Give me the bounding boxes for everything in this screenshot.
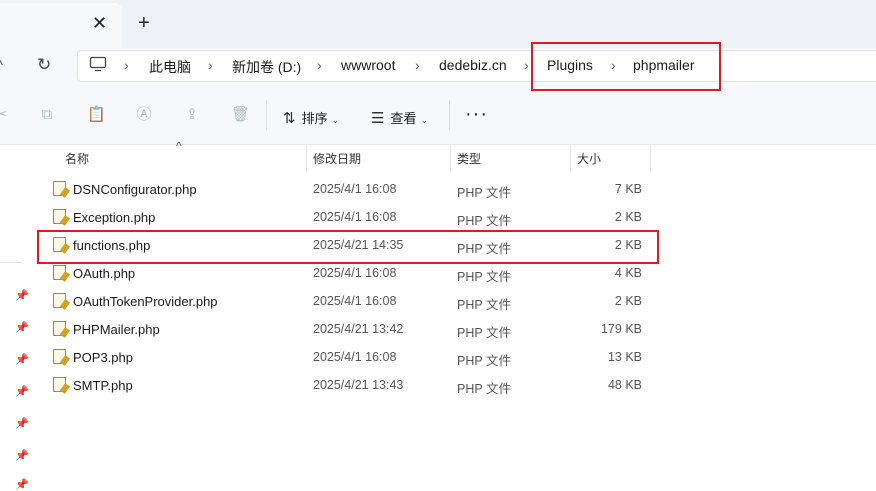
file-row[interactable]: PHPMailer.php 2025/4/21 13:42 PHP 文件 179… [40, 315, 652, 343]
sort-label: 排序 [301, 111, 328, 126]
file-type: PHP 文件 [457, 382, 511, 396]
share-icon[interactable]: ⇪ [183, 106, 201, 124]
highlight-box-path [531, 42, 721, 91]
file-name: SMTP.php [73, 378, 133, 393]
file-date: 2025/4/1 16:08 [313, 350, 397, 364]
file-name: POP3.php [73, 350, 133, 365]
pin-icon[interactable]: 📌 [15, 449, 29, 462]
up-chevron-icon[interactable]: ^ [0, 57, 3, 74]
php-file-icon [53, 349, 66, 364]
column-header-type[interactable]: 类型 [457, 150, 481, 167]
file-type: PHP 文件 [457, 214, 511, 228]
breadcrumb-separator-icon: › [317, 57, 322, 73]
file-size: 7 KB [614, 182, 642, 196]
file-name: DSNConfigurator.php [73, 182, 197, 197]
command-bar [0, 88, 876, 145]
php-file-icon [53, 321, 66, 336]
file-size: 179 KB [600, 322, 642, 336]
breadcrumb-dedebiz[interactable]: dedebiz.cn [439, 57, 507, 73]
file-row[interactable]: POP3.php 2025/4/1 16:08 PHP 文件 13 KB [40, 343, 652, 371]
column-header-date[interactable]: 修改日期 [313, 150, 361, 167]
tab-strip [0, 0, 876, 48]
new-tab-icon[interactable]: + [138, 13, 150, 33]
file-row[interactable]: Exception.php 2025/4/1 16:08 PHP 文件 2 KB [40, 203, 652, 231]
file-type: PHP 文件 [457, 270, 511, 284]
file-date: 2025/4/1 16:08 [313, 294, 397, 308]
column-divider[interactable] [650, 144, 651, 172]
delete-icon[interactable]: 🗑 [231, 106, 250, 124]
php-file-icon [53, 293, 66, 308]
php-file-icon [53, 181, 66, 196]
breadcrumb-drive-d[interactable]: 新加卷 (D:) [232, 57, 301, 77]
column-divider[interactable] [306, 144, 307, 172]
highlight-box-functions-row [37, 230, 659, 264]
file-date: 2025/4/21 13:42 [313, 322, 404, 336]
view-icon: ☰ [371, 110, 385, 127]
file-name: OAuth.php [73, 266, 136, 281]
column-divider[interactable] [450, 144, 451, 172]
nav-divider [0, 262, 22, 263]
toolbar-divider [266, 100, 267, 130]
chevron-down-icon: ⌄ [331, 115, 340, 125]
file-type: PHP 文件 [457, 186, 511, 200]
column-divider[interactable] [570, 144, 571, 172]
php-file-icon [53, 209, 66, 224]
file-date: 2025/4/1 16:08 [313, 182, 397, 196]
file-type: PHP 文件 [457, 354, 511, 368]
file-size: 4 KB [614, 266, 642, 280]
file-row[interactable]: OAuthTokenProvider.php 2025/4/1 16:08 PH… [40, 287, 652, 315]
chevron-down-icon: ⌄ [420, 115, 429, 125]
file-size: 2 KB [614, 210, 642, 224]
pin-icon[interactable]: 📌 [15, 385, 29, 398]
pin-icon[interactable]: 📌 [15, 321, 29, 334]
column-header-size[interactable]: 大小 [577, 150, 601, 167]
php-file-icon [53, 265, 66, 280]
view-label: 查看 [390, 111, 417, 126]
file-size: 48 KB [607, 378, 642, 392]
breadcrumb-separator-icon: › [124, 57, 129, 73]
file-row[interactable]: DSNConfigurator.php 2025/4/1 16:08 PHP 文… [40, 175, 652, 203]
pin-icon[interactable]: 📌 [15, 289, 29, 302]
sort-icon: ⇅ [283, 110, 296, 127]
breadcrumb-wwwroot[interactable]: wwwroot [341, 57, 395, 73]
file-date: 2025/4/1 16:08 [313, 266, 397, 280]
pin-icon[interactable]: 📌 [15, 417, 29, 430]
tab-close-icon[interactable]: ✕ [92, 14, 107, 32]
file-date: 2025/4/1 16:08 [313, 210, 397, 224]
file-type: PHP 文件 [457, 298, 511, 312]
breadcrumb-this-pc[interactable]: 此电脑 [149, 57, 191, 77]
rename-icon[interactable]: Ⓐ [135, 106, 153, 124]
php-file-icon [53, 377, 66, 392]
this-pc-icon [89, 56, 107, 72]
navigation-pane [0, 145, 34, 485]
file-name: Exception.php [73, 210, 156, 225]
copy-icon[interactable]: ⧉ [38, 106, 56, 124]
cut-icon[interactable]: ✂ [0, 106, 10, 124]
breadcrumb-separator-icon: › [208, 57, 213, 73]
file-row[interactable]: SMTP.php 2025/4/21 13:43 PHP 文件 48 KB [40, 371, 652, 399]
file-name: OAuthTokenProvider.php [73, 294, 218, 309]
more-options-icon[interactable]: ··· [465, 103, 488, 126]
paste-icon[interactable]: 📋 [87, 106, 106, 124]
file-date: 2025/4/21 13:43 [313, 378, 404, 392]
view-button[interactable]: ☰ 查看 ⌄ [371, 108, 428, 127]
sort-ascending-icon: ^ [176, 139, 182, 153]
file-name: PHPMailer.php [73, 322, 160, 337]
pin-icon[interactable]: 📌 [15, 353, 29, 366]
file-type: PHP 文件 [457, 326, 511, 340]
file-size: 2 KB [614, 294, 642, 308]
file-size: 13 KB [607, 350, 642, 364]
refresh-icon[interactable]: ↻ [37, 55, 51, 75]
sort-button[interactable]: ⇅ 排序 ⌄ [283, 108, 339, 127]
breadcrumb-separator-icon: › [415, 57, 420, 73]
column-header-name[interactable]: 名称 [65, 150, 89, 167]
breadcrumb-separator-icon: › [524, 57, 529, 73]
toolbar-divider [449, 100, 450, 130]
